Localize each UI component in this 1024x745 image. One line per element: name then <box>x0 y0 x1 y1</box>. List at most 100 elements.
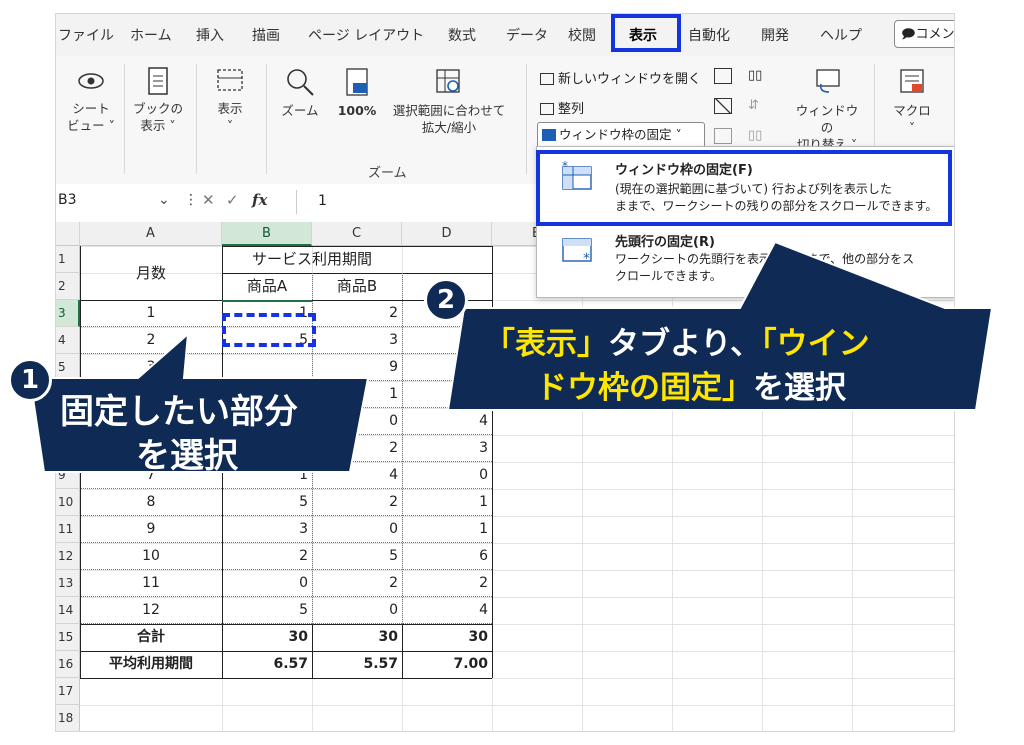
tab-review[interactable]: 校閲 <box>568 25 596 45</box>
formula-input[interactable]: 1 <box>318 193 327 209</box>
product-a-header: 商品A <box>246 277 288 295</box>
product-b-cell[interactable]: 0 <box>312 597 402 624</box>
step-2-badge: 2 <box>424 278 468 322</box>
tab-developer[interactable]: 開発 <box>761 25 789 45</box>
row-header[interactable]: 17 <box>56 678 80 705</box>
tab-data[interactable]: データ <box>506 25 548 45</box>
more-icon[interactable]: ⋮ <box>184 192 198 208</box>
product-a-cell[interactable]: 5 <box>222 597 312 624</box>
tab-automate[interactable]: 自動化 <box>688 25 730 45</box>
unhide-icon[interactable] <box>714 128 732 144</box>
col-header-a[interactable]: A <box>80 222 222 246</box>
hide-icon[interactable] <box>714 98 732 114</box>
show-button[interactable]: 表示 ˅ <box>202 66 258 134</box>
product-b-cell[interactable]: 5 <box>312 543 402 570</box>
product-b-header: 商品B <box>336 277 378 295</box>
fx-icon[interactable]: fx <box>252 191 267 209</box>
row-header[interactable]: 15 <box>56 624 80 651</box>
product-b-cell[interactable]: 2 <box>312 570 402 597</box>
month-cell[interactable]: 12 <box>80 597 222 624</box>
formula-cancel-icon[interactable]: ✕ <box>202 191 215 209</box>
product-c-cell[interactable]: 4 <box>402 597 492 624</box>
name-box-chevron-icon[interactable]: ⌄ <box>158 192 170 208</box>
tab-help[interactable]: ヘルプ <box>820 25 862 45</box>
avg-c[interactable]: 5.57 <box>312 651 402 678</box>
switch-windows-icon <box>816 69 840 93</box>
product-a-cell[interactable]: 2 <box>222 543 312 570</box>
show-grid-icon <box>217 69 243 91</box>
new-window-icon <box>540 73 554 85</box>
product-c-cell[interactable]: 2 <box>402 570 492 597</box>
avg-b[interactable]: 6.57 <box>222 651 312 678</box>
row-header[interactable]: 16 <box>56 651 80 678</box>
col-divider <box>402 273 403 624</box>
product-b-cell[interactable]: 2 <box>312 489 402 516</box>
callout-1-line2: を選択 <box>136 436 238 476</box>
product-b-cell[interactable]: 0 <box>312 516 402 543</box>
product-c-cell[interactable]: 1 <box>402 516 492 543</box>
product-a-cell[interactable]: 5 <box>222 489 312 516</box>
tab-page-layout[interactable]: ページ レイアウト <box>308 25 424 45</box>
product-c-cell[interactable]: 0 <box>402 462 492 489</box>
row-header[interactable]: 10 <box>56 489 80 516</box>
zoom-100-button[interactable]: 100% <box>332 66 382 119</box>
month-cell[interactable]: 11 <box>80 570 222 597</box>
row-header[interactable]: 1 <box>56 246 80 273</box>
magnifier-icon <box>287 69 314 96</box>
gridline <box>80 705 954 706</box>
product-b-cell[interactable]: 2 <box>312 300 402 327</box>
freeze-panes-dropdown[interactable]: ウィンドウ枠の固定 ˅ <box>537 122 705 148</box>
side-by-side-icon[interactable]: ▯▯ <box>748 68 762 83</box>
total-c[interactable]: 30 <box>312 624 402 651</box>
switch-windows-button[interactable]: ウィンドウの 切り替え ˅ <box>792 66 862 153</box>
comment-icon: 🗩 <box>901 27 916 42</box>
product-c-cell[interactable]: 1 <box>402 489 492 516</box>
month-cell[interactable]: 1 <box>80 300 222 327</box>
month-cell[interactable]: 9 <box>80 516 222 543</box>
avg-label[interactable]: 平均利用期間 <box>80 651 222 678</box>
sheet-view-button[interactable]: シート ビュー ˅ <box>62 66 120 134</box>
row-header[interactable]: 2 <box>56 273 80 300</box>
tab-home[interactable]: ホーム <box>130 25 172 45</box>
avg-d[interactable]: 7.00 <box>402 651 492 678</box>
row-header[interactable]: 3 <box>56 300 80 327</box>
month-cell[interactable]: 10 <box>80 543 222 570</box>
comment-button[interactable]: 🗩コメン <box>894 20 954 48</box>
tab-formulas[interactable]: 数式 <box>448 25 476 45</box>
page-icon <box>148 67 168 95</box>
tab-insert[interactable]: 挿入 <box>196 25 224 45</box>
product-c-cell[interactable]: 3 <box>402 435 492 462</box>
product-a-cell[interactable]: 3 <box>222 516 312 543</box>
month-cell[interactable]: 8 <box>80 489 222 516</box>
month-header: 月数 <box>135 264 166 282</box>
row-header[interactable]: 18 <box>56 705 80 731</box>
total-label[interactable]: 合計 <box>80 624 222 651</box>
row-header[interactable]: 13 <box>56 570 80 597</box>
zoom-selection-icon <box>436 69 460 93</box>
sync-scroll-icon[interactable]: ⇵ <box>748 98 759 113</box>
callout-2-line2: ドウ枠の固定」を選択 <box>536 370 846 406</box>
macro-button[interactable]: マクロ ˅ <box>884 66 940 136</box>
col-header-b[interactable]: B <box>222 222 312 246</box>
col-header-c[interactable]: C <box>312 222 402 246</box>
product-c-cell[interactable]: 6 <box>402 543 492 570</box>
table-border <box>80 624 492 625</box>
name-box[interactable]: B3 <box>58 192 77 208</box>
product-a-cell[interactable]: 0 <box>222 570 312 597</box>
row-header[interactable]: 12 <box>56 543 80 570</box>
formula-enter-icon[interactable]: ✓ <box>226 191 239 209</box>
tab-file[interactable]: ファイル <box>58 25 114 45</box>
split-icon[interactable] <box>714 68 732 84</box>
row-header[interactable]: 14 <box>56 597 80 624</box>
book-view-button[interactable]: ブックの 表示 ˅ <box>128 66 188 134</box>
row-header[interactable]: 11 <box>56 516 80 543</box>
arrange-button[interactable]: 整列 <box>540 98 584 117</box>
tab-draw[interactable]: 描画 <box>252 25 280 45</box>
total-b[interactable]: 30 <box>222 624 312 651</box>
select-all-corner[interactable] <box>56 222 80 246</box>
total-d[interactable]: 30 <box>402 624 492 651</box>
zoom-to-selection-button[interactable]: 選択範囲に合わせて 拡大/縮小 <box>384 66 514 136</box>
zoom-button[interactable]: ズーム <box>272 66 328 119</box>
reset-position-icon[interactable]: ▯▯ <box>748 128 762 143</box>
new-window-button[interactable]: 新しいウィンドウを開く <box>540 68 701 87</box>
